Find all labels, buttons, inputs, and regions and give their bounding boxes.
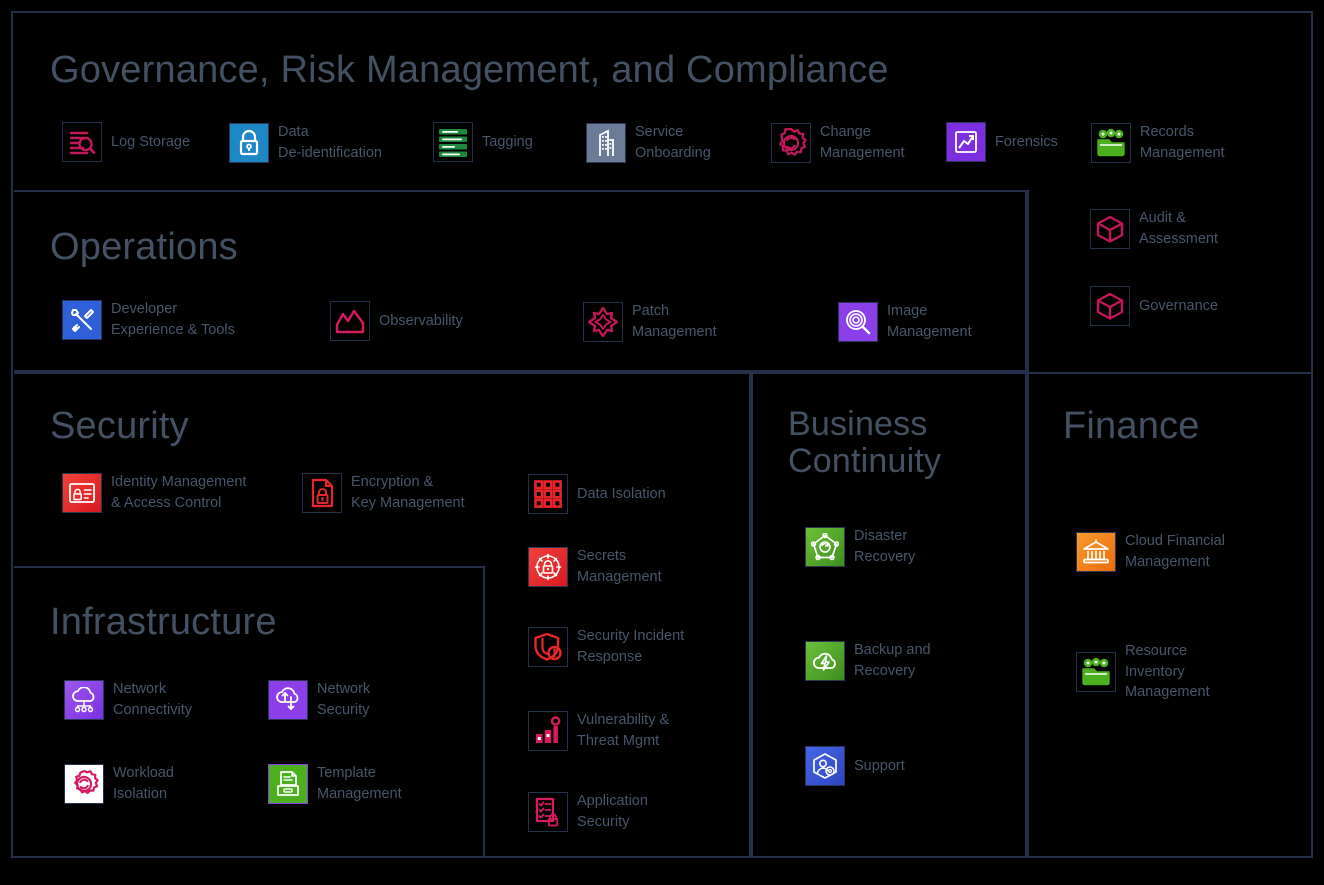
capability-label: Tagging	[482, 133, 533, 150]
capability-label: Data De-identification	[278, 124, 382, 161]
capability-workload-isolation[interactable]: Workload Isolation	[64, 763, 174, 804]
capability-label: Developer Experience & Tools	[111, 301, 235, 338]
application-security-icon	[528, 791, 568, 832]
capability-cloud-financial-management[interactable]: Cloud Financial Management	[1076, 531, 1225, 572]
capability-label: Audit & Assessment	[1139, 210, 1218, 247]
incident-response-icon	[528, 626, 568, 667]
tagging-icon	[433, 122, 473, 162]
capability-label: Resource Inventory Management	[1125, 643, 1210, 701]
capability-image-management[interactable]: Image Management	[838, 301, 972, 342]
capability-network-connectivity[interactable]: Network Connectivity	[64, 679, 192, 720]
capability-disaster-recovery[interactable]: Disaster Recovery	[805, 526, 915, 567]
capability-incident-response[interactable]: Security Incident Response	[528, 626, 684, 667]
developer-tools-icon	[62, 299, 102, 340]
log-storage-icon	[62, 122, 102, 162]
capability-log-storage[interactable]: Log Storage	[62, 122, 190, 162]
capability-observability[interactable]: Observability	[330, 301, 463, 341]
capability-encryption-key[interactable]: Encryption & Key Management	[302, 472, 465, 513]
identity-access-icon	[62, 472, 102, 513]
capability-label: Log Storage	[111, 133, 191, 150]
observability-icon	[330, 301, 370, 341]
support-icon	[805, 746, 845, 786]
capability-support[interactable]: Support	[805, 746, 905, 786]
capability-label: Governance	[1139, 297, 1218, 314]
patch-management-icon	[583, 301, 623, 342]
capability-label: Encryption & Key Management	[351, 474, 465, 511]
capability-label: Network Security	[317, 681, 371, 718]
capability-label: Secrets Management	[577, 548, 662, 585]
capability-map-diagram: Governance, Risk Management, and Complia…	[0, 0, 1324, 885]
backup-recovery-icon	[805, 640, 845, 681]
capability-secrets-management[interactable]: Secrets Management	[528, 546, 662, 587]
change-management-icon	[771, 122, 811, 163]
secrets-management-icon	[528, 546, 568, 587]
capability-governance[interactable]: Governance	[1090, 286, 1218, 326]
capability-vulnerability-threat[interactable]: Vulnerability & Threat Mgmt	[528, 710, 669, 751]
records-management-icon	[1091, 122, 1131, 163]
capability-audit-assessment[interactable]: Audit & Assessment	[1090, 208, 1218, 249]
capability-label: Network Connectivity	[113, 681, 192, 718]
capability-label: Patch Management	[632, 303, 717, 340]
capability-forensics[interactable]: Forensics	[946, 122, 1058, 162]
capability-data-isolation[interactable]: Data Isolation	[528, 474, 666, 514]
encryption-key-icon	[302, 472, 342, 513]
capability-identity-access[interactable]: Identity Management & Access Control	[62, 472, 246, 513]
network-security-icon	[268, 679, 308, 720]
workload-isolation-icon	[64, 763, 104, 804]
audit-assessment-icon	[1090, 208, 1130, 249]
capability-data-deidentification[interactable]: Data De-identification	[229, 122, 382, 163]
capability-records-management[interactable]: Records Management	[1091, 122, 1225, 163]
governance-icon	[1090, 286, 1130, 326]
capability-label: Records Management	[1140, 124, 1225, 161]
capability-network-security[interactable]: Network Security	[268, 679, 370, 720]
section-title-operations: Operations	[50, 226, 238, 268]
capability-label: Vulnerability & Threat Mgmt	[577, 712, 670, 749]
service-onboarding-icon	[586, 122, 626, 163]
capability-label: Backup and Recovery	[854, 642, 931, 679]
disaster-recovery-icon	[805, 526, 845, 567]
capability-label: Forensics	[995, 133, 1058, 150]
capability-label: Image Management	[887, 303, 972, 340]
network-connectivity-icon	[64, 679, 104, 720]
section-title-security: Security	[50, 405, 189, 447]
image-management-icon	[838, 301, 878, 342]
section-title-grc: Governance, Risk Management, and Complia…	[50, 49, 889, 91]
capability-label: Data Isolation	[577, 485, 666, 502]
capability-patch-management[interactable]: Patch Management	[583, 301, 717, 342]
capability-resource-inventory-management[interactable]: Resource Inventory Management	[1076, 641, 1210, 703]
capability-change-management[interactable]: Change Management	[771, 122, 905, 163]
capability-service-onboarding[interactable]: Service Onboarding	[586, 122, 711, 163]
capability-developer-tools[interactable]: Developer Experience & Tools	[62, 299, 235, 340]
data-isolation-icon	[528, 474, 568, 514]
section-title-business-continuity: Business Continuity	[788, 405, 942, 481]
capability-label: Identity Management & Access Control	[111, 474, 247, 511]
capability-label: Support	[854, 757, 905, 774]
capability-label: Observability	[379, 312, 463, 329]
section-title-finance: Finance	[1063, 405, 1200, 447]
template-management-icon	[268, 763, 308, 804]
capability-label: Cloud Financial Management	[1125, 533, 1225, 570]
forensics-icon	[946, 122, 986, 162]
capability-template-management[interactable]: Template Management	[268, 763, 402, 804]
capability-application-security[interactable]: Application Security	[528, 791, 648, 832]
section-title-infrastructure: Infrastructure	[50, 601, 277, 643]
capability-label: Workload Isolation	[113, 765, 174, 802]
data-deidentification-icon	[229, 122, 269, 163]
capability-tagging[interactable]: Tagging	[433, 122, 533, 162]
vulnerability-threat-icon	[528, 710, 568, 751]
capability-label: Application Security	[577, 793, 648, 830]
resource-inventory-icon	[1076, 651, 1116, 692]
capability-label: Security Incident Response	[577, 628, 685, 665]
cloud-financial-icon	[1076, 531, 1116, 572]
capability-label: Disaster Recovery	[854, 528, 916, 565]
operations-box	[14, 190, 1027, 372]
capability-label: Service Onboarding	[635, 124, 711, 161]
capability-label: Change Management	[820, 124, 905, 161]
capability-label: Template Management	[317, 765, 402, 802]
capability-backup-recovery[interactable]: Backup and Recovery	[805, 640, 931, 681]
